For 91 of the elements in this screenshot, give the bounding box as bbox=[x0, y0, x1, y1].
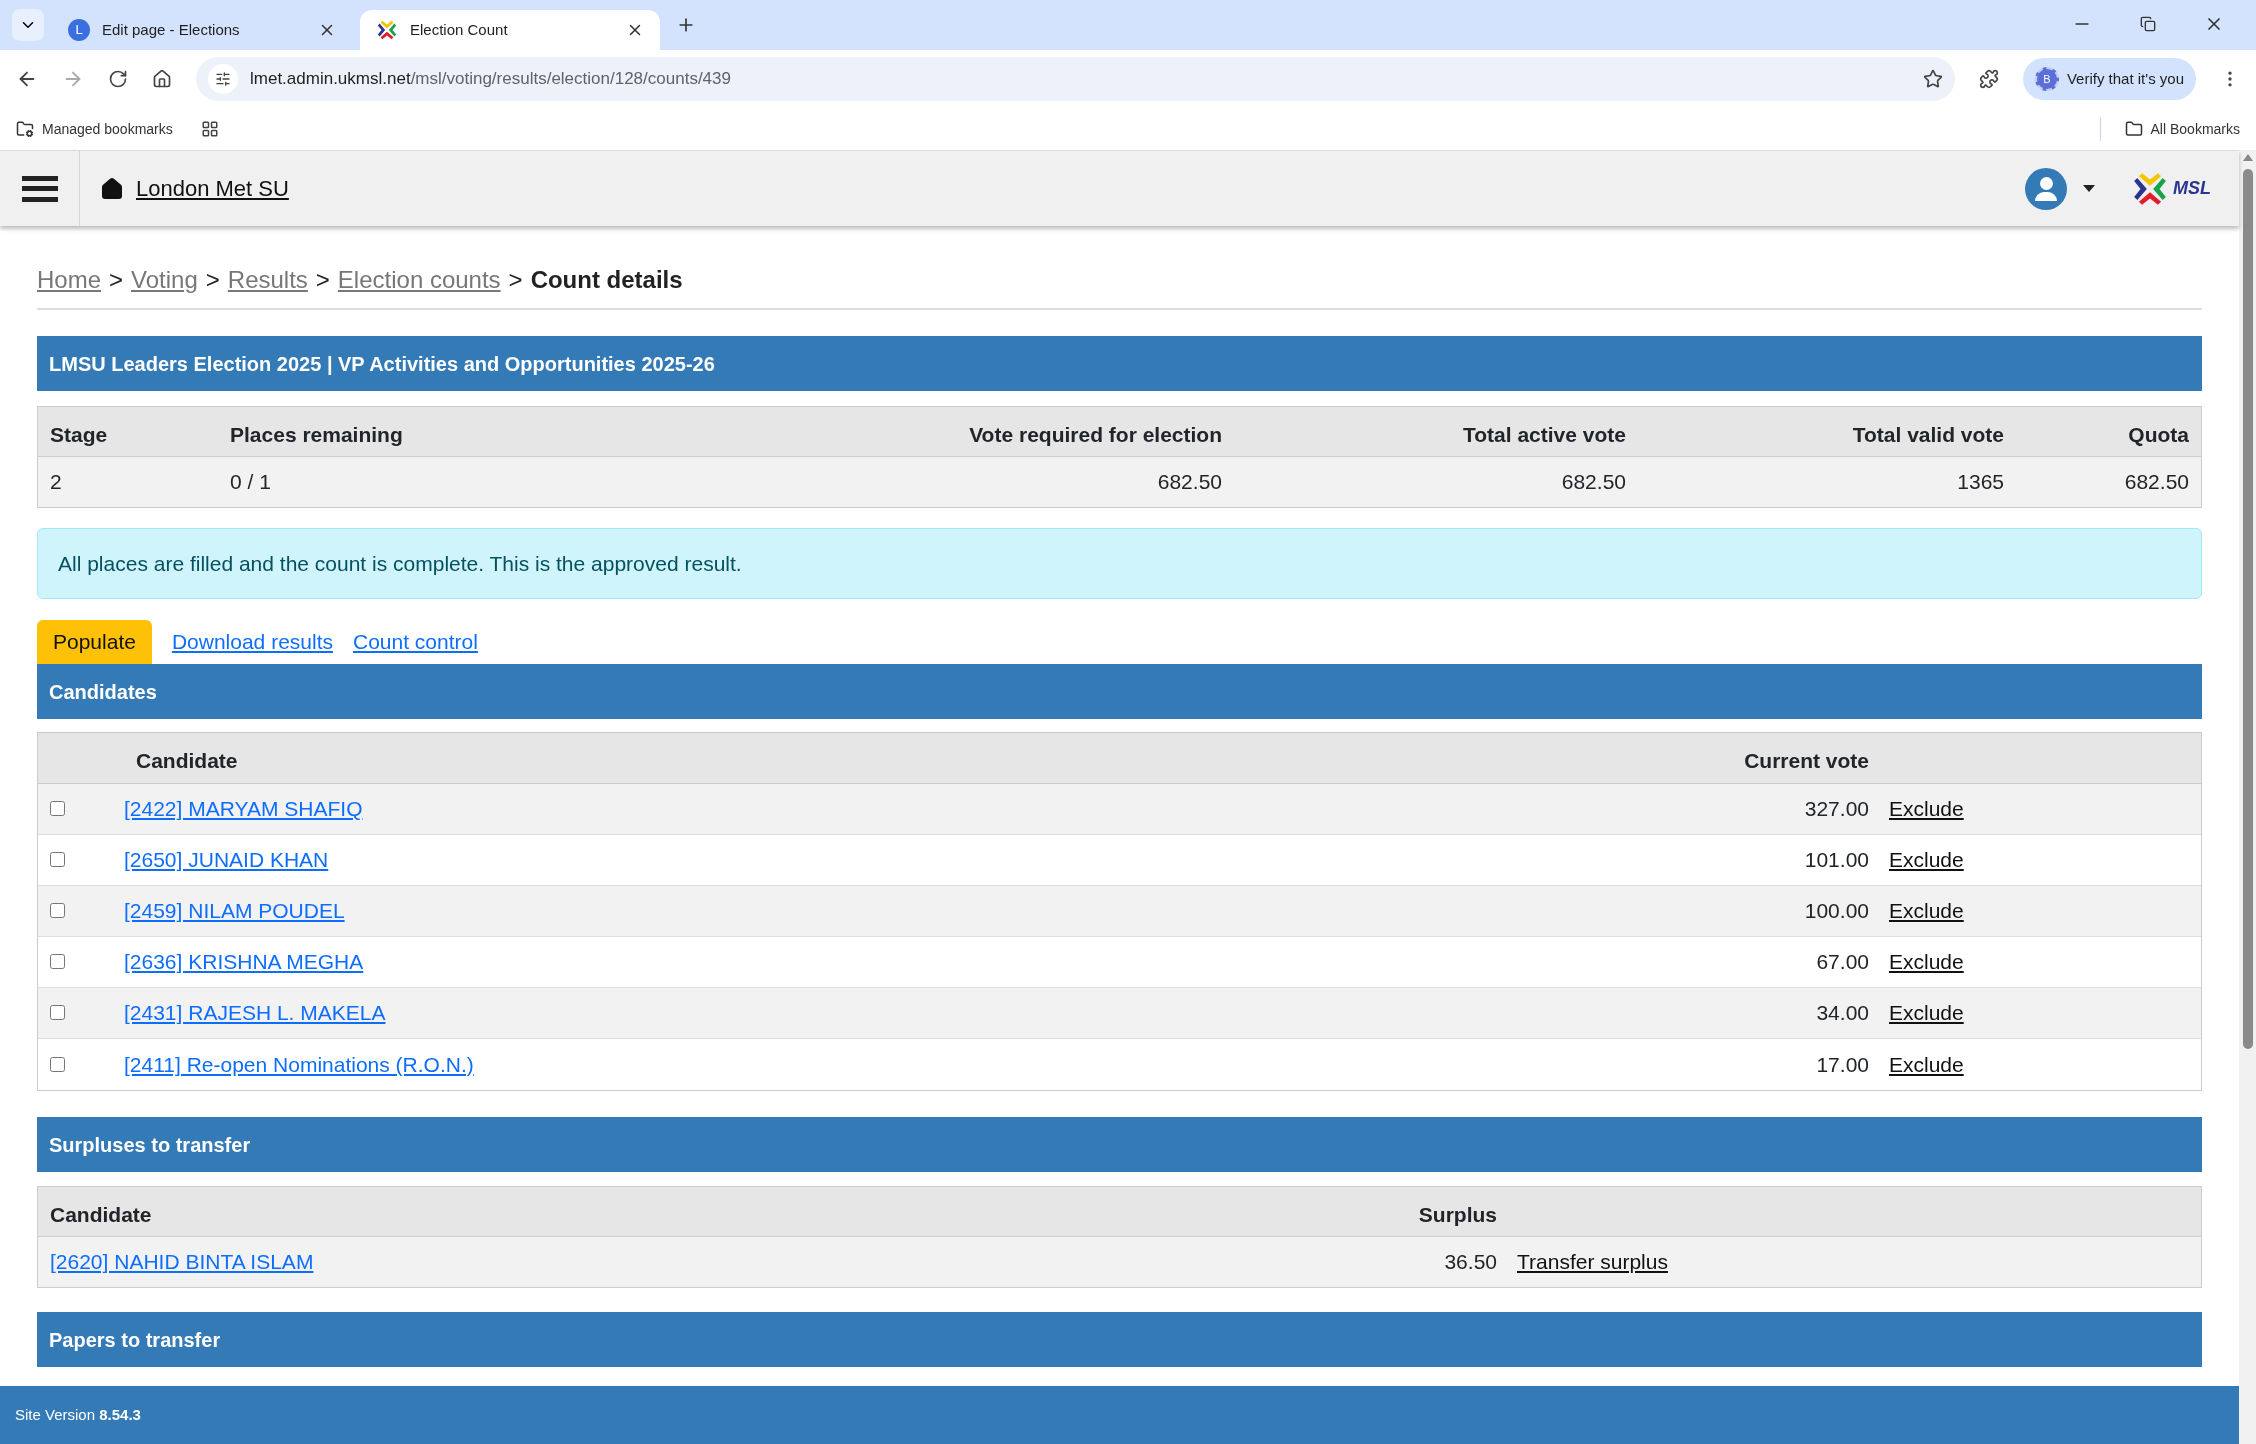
table-cell-text: 67.00 bbox=[1815, 949, 1870, 976]
home-icon[interactable] bbox=[152, 69, 172, 89]
site-version-text: Site Version 8.54.3 bbox=[15, 1404, 141, 1425]
breadcrumb-separator: > bbox=[109, 265, 124, 295]
action-link[interactable]: Count control bbox=[353, 626, 478, 658]
exclude-link[interactable]: Exclude bbox=[1889, 1052, 1964, 1076]
table-cell-text: 36.50 bbox=[1443, 1249, 1498, 1276]
table-cell-text: 327.00 bbox=[1803, 796, 1870, 823]
column-header: Candidate bbox=[135, 748, 239, 774]
section-header: LMSU Leaders Election 2025 | VP Activities and Opportunities 2025-26 bbox=[37, 336, 2202, 391]
row-checkbox[interactable] bbox=[50, 1005, 65, 1021]
candidate-link[interactable]: [2422] MARYAM SHAFIQ bbox=[124, 797, 363, 821]
column-header: Candidate bbox=[49, 1202, 153, 1228]
row-checkbox[interactable] bbox=[50, 1056, 65, 1072]
exclude-link[interactable]: Exclude bbox=[1889, 797, 1964, 821]
column-header: Total active vote bbox=[1462, 422, 1627, 448]
candidate-link[interactable]: [2431] RAJESH L. MAKELA bbox=[124, 1001, 386, 1025]
tab-favicon: L bbox=[68, 19, 90, 41]
scrollbar[interactable] bbox=[2239, 150, 2256, 1444]
breadcrumb-current: Count details bbox=[530, 265, 683, 295]
table-cell-text: 682.50 bbox=[1560, 469, 1627, 496]
section-header: Surpluses to transfer bbox=[37, 1117, 2202, 1172]
table-cell-text: 101.00 bbox=[1803, 847, 1870, 874]
folder-icon bbox=[2124, 120, 2143, 138]
logo-text: MSL bbox=[2173, 177, 2211, 200]
site-home-link[interactable]: London Met SU bbox=[136, 172, 289, 205]
apps-icon[interactable] bbox=[200, 120, 219, 138]
caret-icon[interactable] bbox=[2083, 185, 2095, 192]
table-cell-text: 0 / 1 bbox=[229, 469, 272, 496]
column-header: Current vote bbox=[1743, 748, 1870, 774]
table-cell-text: 682.50 bbox=[2123, 469, 2190, 496]
row-checkbox[interactable] bbox=[50, 903, 65, 919]
exclude-link[interactable]: Exclude bbox=[1889, 848, 1964, 872]
table-cell-text: 1365 bbox=[1956, 469, 2005, 496]
bookmark-star-icon[interactable] bbox=[1922, 69, 1943, 89]
column-header: Quota bbox=[2127, 422, 2190, 448]
candidate-link[interactable]: [2650] JUNAID KHAN bbox=[124, 848, 329, 872]
folder-gear-icon bbox=[16, 120, 34, 138]
scroll-up-arrow-icon[interactable] bbox=[2242, 154, 2253, 161]
column-header: Vote required for election bbox=[968, 422, 1223, 448]
table-cell-text: 34.00 bbox=[1815, 1000, 1870, 1027]
profile-avatar: B bbox=[2034, 67, 2059, 91]
column-header: Total valid vote bbox=[1851, 422, 2005, 448]
bookmark-folder[interactable]: Managed bookmarks bbox=[16, 118, 173, 140]
table-cell-text: 2 bbox=[49, 469, 63, 496]
breadcrumb-link[interactable]: Results bbox=[227, 262, 308, 298]
breadcrumb-link[interactable]: Home bbox=[37, 262, 102, 298]
site-settings-icon bbox=[215, 71, 231, 87]
tab-logo-icon bbox=[376, 19, 398, 41]
table-cell-text: 17.00 bbox=[1815, 1051, 1870, 1078]
url-text: lmet.admin.ukmsl.net/msl/voting/results/election/128/counts/439 bbox=[250, 68, 732, 91]
row-checkbox[interactable] bbox=[50, 801, 65, 817]
candidate-link[interactable]: [2411] Re-open Nominations (R.O.N.) bbox=[124, 1052, 474, 1076]
section-header: Candidates bbox=[37, 664, 2202, 719]
transfer-surplus-link[interactable]: Transfer surplus bbox=[1517, 1250, 1668, 1274]
browser-tab[interactable]: Election Count bbox=[360, 10, 660, 50]
candidate-link[interactable]: [2636] KRISHNA MEGHA bbox=[124, 950, 364, 974]
address-bar[interactable]: lmet.admin.ukmsl.net/msl/voting/results/election/128/counts/439 bbox=[196, 57, 1955, 101]
home-icon bbox=[100, 176, 124, 201]
exclude-link[interactable]: Exclude bbox=[1889, 1001, 1964, 1025]
extensions-icon[interactable] bbox=[1978, 69, 1999, 89]
candidate-link[interactable]: [2459] NILAM POUDEL bbox=[124, 899, 345, 923]
section-header: Papers to transfer bbox=[37, 1312, 2202, 1367]
browser-tab[interactable]: L Edit page - Elections bbox=[52, 10, 352, 50]
exclude-link[interactable]: Exclude bbox=[1889, 899, 1964, 923]
user-avatar[interactable] bbox=[2025, 167, 2067, 210]
column-header: Places remaining bbox=[229, 422, 404, 448]
verify-identity-button[interactable]: B Verify that it's you bbox=[2022, 58, 2196, 100]
tab-title: Edit page - Elections bbox=[102, 19, 241, 40]
populate-button[interactable]: Populate bbox=[37, 620, 152, 664]
exclude-link[interactable]: Exclude bbox=[1889, 950, 1964, 974]
breadcrumb-separator: > bbox=[315, 265, 330, 295]
table-cell-text: 100.00 bbox=[1803, 898, 1870, 925]
action-link[interactable]: Download results bbox=[171, 626, 333, 658]
breadcrumb-link[interactable]: Voting bbox=[131, 262, 198, 298]
menu-icon[interactable] bbox=[21, 175, 58, 202]
bookmark-folder[interactable]: All Bookmarks bbox=[2124, 118, 2240, 140]
column-header: Stage bbox=[49, 422, 109, 448]
breadcrumb-separator: > bbox=[508, 265, 523, 295]
tab-title: Election Count bbox=[410, 19, 509, 40]
row-checkbox[interactable] bbox=[50, 954, 65, 970]
breadcrumb-link[interactable]: Election counts bbox=[337, 262, 501, 298]
site-info-button[interactable] bbox=[208, 64, 238, 94]
restore-icon[interactable] bbox=[2140, 16, 2156, 32]
alert-message: All places are filled and the count is complete. This is the approved result. bbox=[37, 528, 2202, 599]
table-cell-text: 682.50 bbox=[1156, 469, 1223, 496]
candidate-link[interactable]: [2620] NAHID BINTA ISLAM bbox=[50, 1250, 314, 1274]
column-header: Surplus bbox=[1417, 1202, 1498, 1228]
reload-icon[interactable] bbox=[108, 69, 128, 89]
row-checkbox[interactable] bbox=[50, 852, 65, 868]
breadcrumb-separator: > bbox=[205, 265, 220, 295]
